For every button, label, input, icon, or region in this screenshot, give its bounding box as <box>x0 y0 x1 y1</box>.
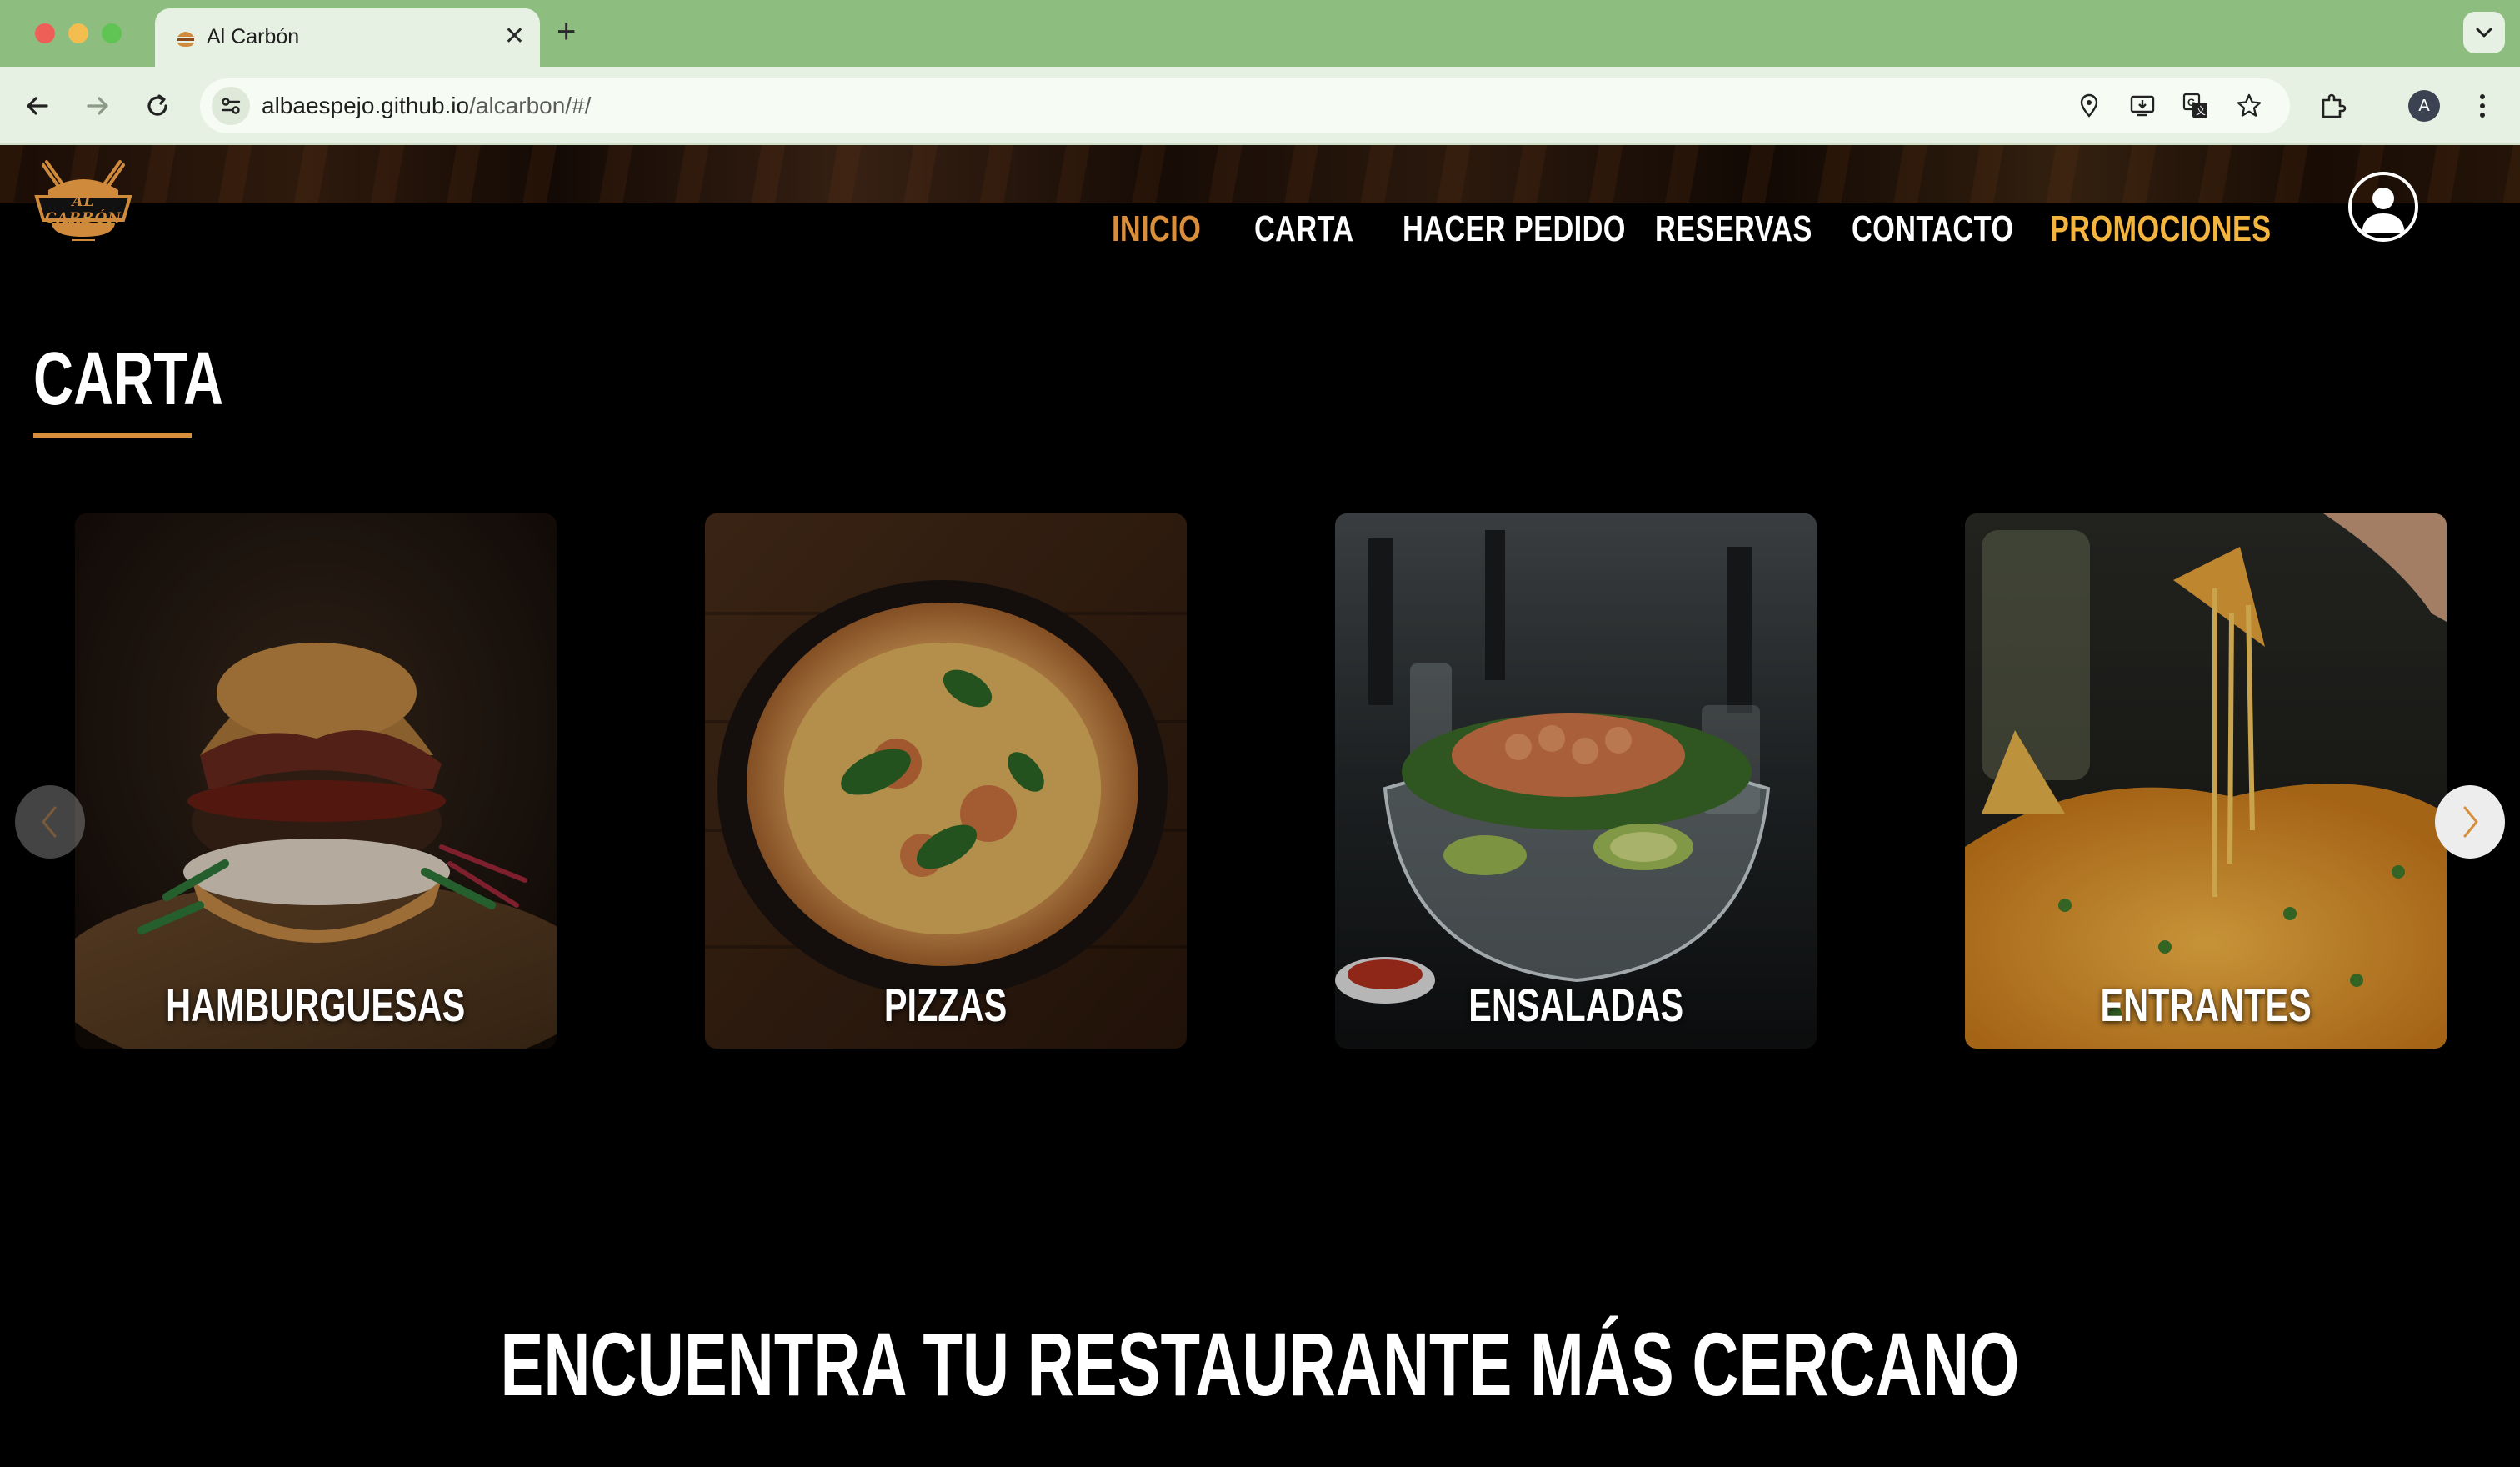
tab-close-icon[interactable]: ✕ <box>504 20 525 53</box>
burger-photo <box>75 513 557 1049</box>
address-bar[interactable]: albaespejo.github.io/alcarbon/#/ G文 <box>200 78 2290 133</box>
card-ensaladas-label: ENSALADAS <box>1335 980 1817 1030</box>
section-title-carta: CARTA <box>33 338 224 421</box>
nav-inicio[interactable]: INICIO <box>1112 200 1226 258</box>
nav-promociones[interactable]: PROMOCIONES <box>2050 200 2333 258</box>
profile-avatar: A <box>2408 90 2440 122</box>
nachos-photo <box>1965 513 2447 1049</box>
tab-search-button[interactable] <box>2463 12 2505 53</box>
translate-icon[interactable]: G文 <box>2177 87 2215 125</box>
window-close-button[interactable] <box>35 23 55 43</box>
card-ensaladas-text: ENSALADAS <box>1468 979 1683 1031</box>
user-account-button[interactable] <box>2348 172 2418 242</box>
reload-button[interactable] <box>137 85 178 127</box>
chevron-left-icon <box>42 806 57 838</box>
install-icon[interactable] <box>2123 87 2162 125</box>
logo-text: AL CARBÓN <box>45 193 122 227</box>
nav-reservas-label: RESERVAS <box>1655 208 1812 249</box>
card-hamburguesas-label: HAMBURGUESAS <box>75 980 557 1030</box>
header-fire-banner <box>0 145 2520 203</box>
url-path: /alcarbon/#/ <box>469 93 592 118</box>
card-hamburguesas-text: HAMBURGUESAS <box>166 979 466 1031</box>
card-pizzas-text: PIZZAS <box>884 979 1008 1031</box>
window-minimize-button[interactable] <box>68 23 88 43</box>
card-pizzas[interactable]: PIZZAS <box>705 513 1187 1049</box>
salad-photo <box>1335 513 1817 1049</box>
nav-promociones-label: PROMOCIONES <box>2050 208 2272 249</box>
reload-icon <box>148 94 168 116</box>
user-icon <box>2362 188 2405 233</box>
more-menu-icon[interactable] <box>2462 85 2503 127</box>
window-zoom-button[interactable] <box>102 23 122 43</box>
forward-arrow-icon <box>87 97 108 115</box>
nav-hacer-pedido[interactable]: HACER PEDIDO <box>1402 200 1688 258</box>
nav-contacto[interactable]: CONTACTO <box>1852 200 2059 258</box>
card-entrantes-label: ENTRANTES <box>1965 980 2447 1030</box>
url-text: albaespejo.github.io/alcarbon/#/ <box>262 78 591 133</box>
chevron-down-icon <box>2476 28 2492 38</box>
back-button[interactable] <box>17 85 58 127</box>
browser-tab-active[interactable]: Al Carbón ✕ <box>155 8 540 68</box>
tab-title: Al Carbón <box>207 25 300 48</box>
website-viewport: AL CARBÓN INICIO CARTA HACER PEDIDO RESE… <box>0 145 2520 1467</box>
restaurant-finder-heading: ENCUENTRA TU RESTAURANTE MÁS CERCANO <box>0 1319 2520 1410</box>
card-entrantes-text: ENTRANTES <box>2100 979 2312 1031</box>
nav-inicio-label: INICIO <box>1112 208 1202 249</box>
url-host: albaespejo.github.io <box>262 93 470 118</box>
pizza-photo <box>705 513 1187 1049</box>
nav-hacer-pedido-label: HACER PEDIDO <box>1402 208 1626 249</box>
nav-carta-label: CARTA <box>1254 208 1354 249</box>
nav-reservas[interactable]: RESERVAS <box>1655 200 1857 258</box>
card-ensaladas[interactable]: ENSALADAS <box>1335 513 1817 1049</box>
site-settings-icon[interactable] <box>212 87 250 125</box>
profile-button[interactable]: A <box>2403 85 2445 127</box>
extensions-icon[interactable] <box>2312 85 2353 127</box>
card-hamburguesas[interactable]: HAMBURGUESAS <box>75 513 557 1049</box>
card-pizzas-label: PIZZAS <box>705 980 1187 1030</box>
restaurant-finder-heading-text: ENCUENTRA TU RESTAURANTE MÁS CERCANO <box>500 1314 2020 1414</box>
nav-contacto-label: CONTACTO <box>1852 208 2014 249</box>
section-title-underline <box>33 433 192 438</box>
forward-button[interactable] <box>77 85 118 127</box>
carousel-prev-button[interactable] <box>15 785 85 859</box>
card-entrantes[interactable]: ENTRANTES <box>1965 513 2447 1049</box>
bookmark-star-icon[interactable] <box>2230 87 2268 125</box>
location-icon[interactable] <box>2070 87 2108 125</box>
carousel-next-button[interactable] <box>2435 785 2505 859</box>
burger-favicon-icon <box>178 32 194 47</box>
browser-toolbar: albaespejo.github.io/alcarbon/#/ G文 A <box>0 67 2520 145</box>
back-arrow-icon <box>27 97 48 115</box>
site-logo[interactable]: AL CARBÓN <box>30 157 137 248</box>
browser-tab-strip: Al Carbón ✕ + <box>0 0 2520 68</box>
nav-carta[interactable]: CARTA <box>1254 200 1382 258</box>
chevron-right-icon <box>2463 806 2478 838</box>
new-tab-icon[interactable]: + <box>557 15 576 48</box>
svg-text:文: 文 <box>2196 104 2206 117</box>
